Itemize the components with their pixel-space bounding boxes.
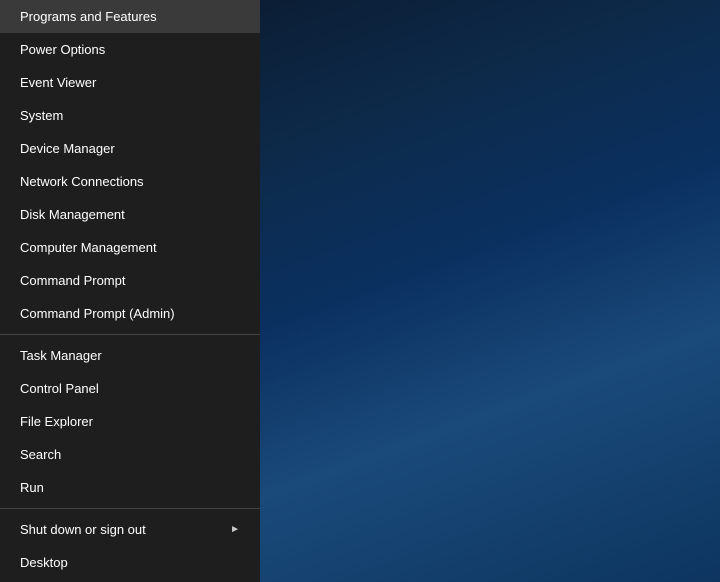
- menu-item-system[interactable]: System: [0, 99, 260, 132]
- menu-item-run[interactable]: Run: [0, 471, 260, 504]
- menu-item-device-manager[interactable]: Device Manager: [0, 132, 260, 165]
- menu-item-search[interactable]: Search: [0, 438, 260, 471]
- menu-item-label: Disk Management: [20, 207, 125, 222]
- menu-item-command-prompt-admin[interactable]: Command Prompt (Admin): [0, 297, 260, 330]
- divider-1: [0, 334, 260, 335]
- menu-item-desktop[interactable]: Desktop: [0, 546, 260, 579]
- menu-item-label: Power Options: [20, 42, 105, 57]
- menu-item-label: Control Panel: [20, 381, 99, 396]
- menu-item-label: Computer Management: [20, 240, 157, 255]
- menu-item-label: Task Manager: [20, 348, 102, 363]
- menu-item-label: File Explorer: [20, 414, 93, 429]
- chevron-right-icon: ►: [230, 524, 240, 535]
- divider-2: [0, 508, 260, 509]
- menu-item-label: Programs and Features: [20, 9, 157, 24]
- menu-item-label: Command Prompt: [20, 273, 125, 288]
- menu-item-label: System: [20, 108, 63, 123]
- menu-item-label: Network Connections: [20, 174, 144, 189]
- desktop: Programs and Features Power Options Even…: [0, 0, 720, 582]
- menu-item-disk-management[interactable]: Disk Management: [0, 198, 260, 231]
- menu-item-task-manager[interactable]: Task Manager: [0, 339, 260, 372]
- menu-item-programs-and-features[interactable]: Programs and Features: [0, 0, 260, 33]
- menu-item-label: Device Manager: [20, 141, 115, 156]
- menu-item-label: Desktop: [20, 555, 68, 570]
- menu-item-label: Shut down or sign out: [20, 522, 146, 537]
- menu-item-label: Command Prompt (Admin): [20, 306, 175, 321]
- menu-item-file-explorer[interactable]: File Explorer: [0, 405, 260, 438]
- menu-item-network-connections[interactable]: Network Connections: [0, 165, 260, 198]
- menu-item-control-panel[interactable]: Control Panel: [0, 372, 260, 405]
- context-menu: Programs and Features Power Options Even…: [0, 0, 260, 582]
- menu-item-computer-management[interactable]: Computer Management: [0, 231, 260, 264]
- menu-item-shut-down-or-sign-out[interactable]: Shut down or sign out ►: [0, 513, 260, 546]
- menu-item-command-prompt[interactable]: Command Prompt: [0, 264, 260, 297]
- menu-item-label: Search: [20, 447, 61, 462]
- menu-item-event-viewer[interactable]: Event Viewer: [0, 66, 260, 99]
- menu-item-label: Run: [20, 480, 44, 495]
- menu-item-label: Event Viewer: [20, 75, 96, 90]
- menu-item-power-options[interactable]: Power Options: [0, 33, 260, 66]
